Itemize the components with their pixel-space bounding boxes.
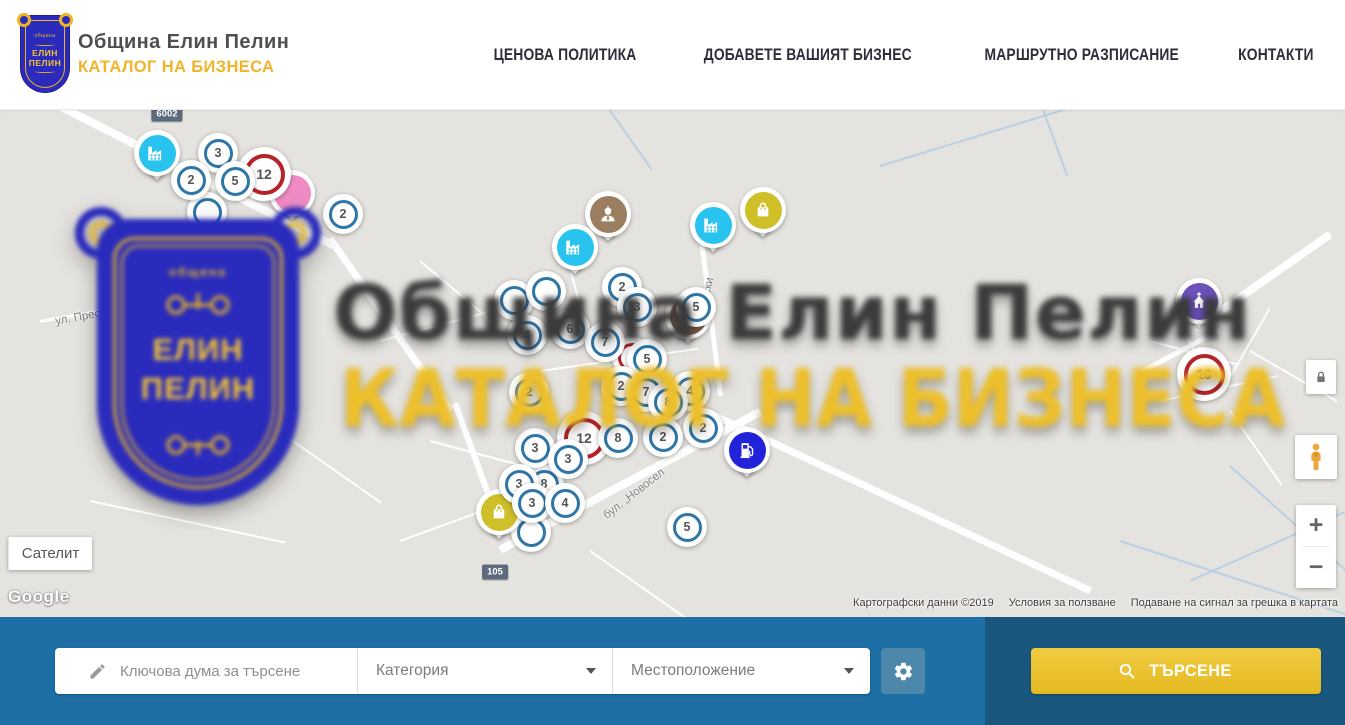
- factory-icon: [139, 135, 176, 172]
- shield-ornament: [83, 289, 313, 324]
- category-select[interactable]: Категория: [357, 648, 612, 694]
- nav-route-schedule[interactable]: МАРШРУТНО РАЗПИСАНИЕ: [984, 46, 1178, 65]
- map-type-satellite-button[interactable]: Сателит: [8, 537, 92, 570]
- search-form: Категория Местоположение: [55, 648, 870, 694]
- bag-icon: [745, 192, 782, 229]
- zoom-in-button[interactable]: +: [1296, 505, 1336, 546]
- category-placeholder: Категория: [376, 662, 586, 680]
- location-select[interactable]: Местоположение: [612, 648, 870, 694]
- chevron-down-icon: [586, 668, 596, 674]
- gear-icon: [893, 661, 914, 682]
- attribution-copyright: Картографски данни ©2019: [853, 597, 994, 609]
- logo-text: Община Елин Пелин КАТАЛОГ НА БИЗНЕСА: [78, 31, 289, 77]
- keyword-input[interactable]: [120, 663, 350, 680]
- map-type-control: Карта Сателит: [8, 537, 92, 570]
- site-subtitle: КАТАЛОГ НА БИЗНЕСА: [78, 57, 283, 77]
- map-cluster-marker[interactable]: 2: [171, 160, 211, 200]
- advanced-search-button[interactable]: [881, 648, 925, 694]
- zoom-control: + −: [1296, 505, 1336, 588]
- search-button[interactable]: ТЪРСЕНЕ: [1031, 648, 1321, 694]
- map-cluster-marker[interactable]: 2: [323, 194, 363, 234]
- chevron-down-icon: [844, 668, 854, 674]
- cluster-count: 5: [673, 513, 702, 542]
- google-map[interactable]: 6002105 ул. Преславбул. „Новоселски: [0, 110, 1345, 617]
- cluster-count: 4: [551, 489, 580, 518]
- terms-link[interactable]: Условия за ползване: [1009, 597, 1116, 609]
- site-logo[interactable]: община ЕЛИН ПЕЛИН Община Елин Пелин КАТА…: [21, 16, 289, 92]
- shield-name: ЕЛИН ПЕЛИН: [83, 331, 313, 409]
- watermark-coat-of-arms: община ЕЛИН ПЕЛИН: [83, 213, 313, 505]
- page: 6002105 ул. Преславбул. „Новоселски: [0, 0, 1345, 725]
- map-pin-factory[interactable]: [552, 224, 598, 270]
- map-pin-bag[interactable]: [740, 187, 786, 233]
- search-bar: Категория Местоположение ТЪРСЕНЕ: [0, 617, 1345, 725]
- shield-ornament: [83, 431, 313, 466]
- map-attribution: Картографски данни ©2019 Условия за полз…: [853, 597, 1338, 609]
- pin-body: [690, 202, 736, 248]
- lock-icon: [1313, 368, 1329, 386]
- nav-add-your-business[interactable]: ДОБАВЕТЕ ВАШИЯТ БИЗНЕС: [704, 46, 912, 65]
- nav-pricing-policy[interactable]: ЦЕНОВА ПОЛИТИКА: [494, 46, 637, 65]
- map-pin-factory[interactable]: [690, 202, 736, 248]
- coat-of-arms-logo: община ЕЛИН ПЕЛИН: [21, 16, 69, 92]
- factory-icon: [557, 229, 594, 266]
- watermark-subtitle: КАТАЛОГ НА БИЗНЕСА: [340, 353, 1286, 445]
- pencil-icon: [88, 662, 107, 681]
- shield-town-word: община: [83, 265, 313, 279]
- cluster-count: 3: [554, 445, 583, 474]
- nav-contacts[interactable]: КОНТАКТИ: [1238, 46, 1313, 65]
- cluster-count: 2: [329, 200, 358, 229]
- location-placeholder: Местоположение: [631, 662, 844, 680]
- report-error-link[interactable]: Подаване на сигнал за грешка в картата: [1131, 597, 1338, 609]
- map-cluster-marker[interactable]: 4: [545, 483, 585, 523]
- pin-body: [740, 187, 786, 233]
- factory-icon: [695, 207, 732, 244]
- pegman-control[interactable]: [1295, 435, 1337, 479]
- map-cluster-marker[interactable]: 5: [215, 161, 255, 201]
- search-button-label: ТЪРСЕНЕ: [1149, 661, 1231, 681]
- search-icon: [1118, 662, 1136, 680]
- cluster-count: 2: [177, 166, 206, 195]
- road-number-badge: 6002: [151, 110, 182, 122]
- cluster-count: 5: [221, 167, 250, 196]
- pegman-icon: [1304, 442, 1328, 472]
- street-view-lock-button[interactable]: [1306, 360, 1336, 394]
- watermark-title: Община Елин Пелин: [333, 268, 1252, 357]
- site-title: Община Елин Пелин: [78, 31, 289, 54]
- main-nav: ЦЕНОВА ПОЛИТИКА ДОБАВЕТЕ ВАШИЯТ БИЗНЕС М…: [480, 0, 1321, 110]
- google-logo[interactable]: Google: [8, 587, 70, 607]
- map-cluster-marker[interactable]: 3: [548, 439, 588, 479]
- header: община ЕЛИН ПЕЛИН Община Елин Пелин КАТА…: [0, 0, 1345, 110]
- road-number-badge: 105: [482, 565, 508, 580]
- map-cluster-marker[interactable]: 5: [667, 507, 707, 547]
- keyword-field[interactable]: [55, 648, 357, 694]
- pin-body: [552, 224, 598, 270]
- shield-border: [25, 20, 65, 88]
- cluster-count: 3: [518, 489, 547, 518]
- zoom-out-button[interactable]: −: [1296, 547, 1336, 588]
